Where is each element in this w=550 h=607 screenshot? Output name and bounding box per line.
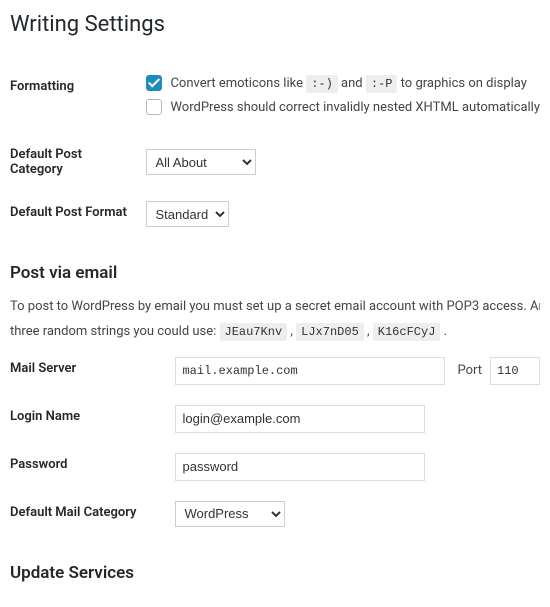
- formatting-label: Formatting: [10, 65, 146, 133]
- page-title: Writing Settings: [10, 12, 540, 37]
- default-mail-category-label: Default Mail Category: [10, 491, 175, 537]
- emoticon-code-tongue: :-P: [366, 75, 398, 93]
- mail-server-label: Mail Server: [10, 347, 175, 395]
- default-post-format-label: Default Post Format: [10, 191, 146, 237]
- email-settings-table: Mail Server Port Login Name Password Def…: [10, 347, 540, 537]
- random-string-1: JEau7Knv: [220, 323, 288, 341]
- post-via-email-desc-2: three random strings you could use: JEau…: [10, 322, 540, 343]
- password-input[interactable]: [175, 453, 425, 481]
- emoticons-label: Convert emoticons like :-) and :-P to gr…: [170, 76, 526, 91]
- login-name-input[interactable]: [175, 405, 425, 433]
- default-post-format-select[interactable]: Standard: [146, 201, 229, 227]
- default-post-category-label: Default Post Category: [10, 133, 146, 191]
- emoticon-code-smile: :-): [306, 75, 338, 93]
- mail-server-input[interactable]: [175, 357, 445, 385]
- default-post-category-select[interactable]: All About: [146, 149, 256, 175]
- post-via-email-heading: Post via email: [10, 263, 540, 283]
- random-string-3: K16cFCyJ: [373, 323, 441, 341]
- random-string-2: LJx7nD05: [296, 323, 364, 341]
- update-services-heading: Update Services: [10, 563, 540, 583]
- xhtml-label: WordPress should correct invalidly neste…: [170, 100, 540, 115]
- login-name-label: Login Name: [10, 395, 175, 443]
- port-label: Port: [457, 363, 482, 378]
- writing-settings-table: Formatting Convert emoticons like :-) an…: [10, 65, 540, 237]
- password-label: Password: [10, 443, 175, 491]
- xhtml-checkbox[interactable]: [146, 99, 162, 115]
- port-input[interactable]: [490, 357, 540, 385]
- post-via-email-desc-1: To post to WordPress by email you must s…: [10, 297, 540, 318]
- default-mail-category-select[interactable]: WordPress: [175, 501, 285, 527]
- emoticons-checkbox[interactable]: [146, 75, 162, 91]
